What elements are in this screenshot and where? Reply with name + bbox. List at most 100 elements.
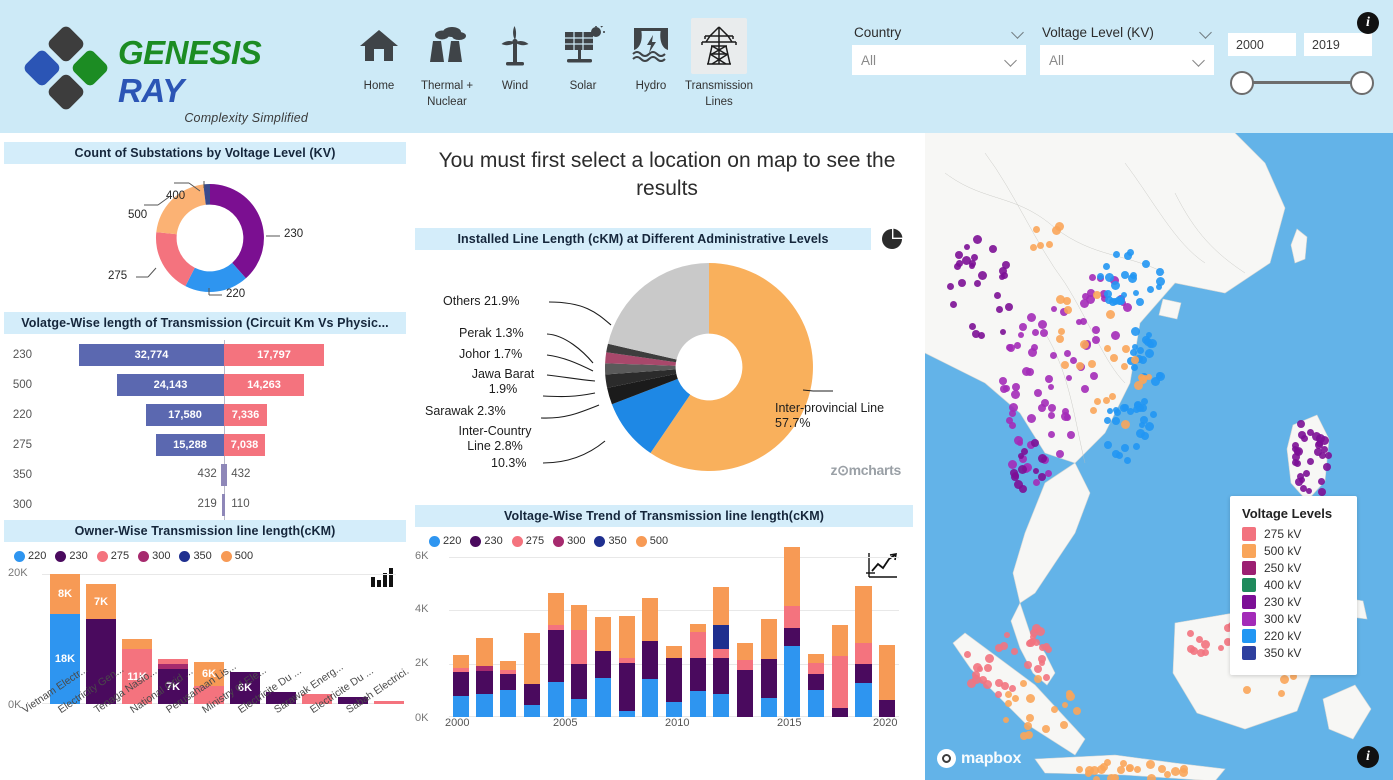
substation-dot[interactable] bbox=[1109, 392, 1117, 400]
substation-dot[interactable] bbox=[1023, 661, 1032, 670]
substation-dot[interactable] bbox=[1013, 435, 1023, 445]
substation-dot[interactable] bbox=[1280, 674, 1290, 684]
substation-dot[interactable] bbox=[1061, 411, 1071, 421]
substation-dot[interactable] bbox=[1030, 439, 1039, 448]
substation-dot[interactable] bbox=[1130, 327, 1140, 337]
substation-dot[interactable] bbox=[1060, 360, 1069, 369]
substation-dot[interactable] bbox=[1038, 319, 1048, 329]
substation-dot[interactable] bbox=[1004, 699, 1012, 707]
trend-bar[interactable] bbox=[855, 586, 872, 717]
substation-dot[interactable] bbox=[1057, 328, 1065, 336]
substation-dot[interactable] bbox=[1040, 328, 1049, 337]
substation-dot[interactable] bbox=[974, 279, 982, 287]
substation-dot[interactable] bbox=[1305, 488, 1312, 495]
legend-item[interactable]: 230 bbox=[55, 550, 88, 562]
trend-bar[interactable] bbox=[642, 597, 659, 717]
mapbox-attribution[interactable]: mapbox bbox=[937, 749, 1021, 768]
substation-dot[interactable] bbox=[1047, 404, 1056, 412]
substation-dot[interactable] bbox=[1073, 706, 1082, 715]
substation-dot[interactable] bbox=[1197, 648, 1205, 657]
voltage-trend-chart[interactable]: 6K 4K 2K 0K bbox=[415, 547, 899, 724]
substation-dot[interactable] bbox=[1088, 273, 1096, 281]
tornado-bar-physical[interactable] bbox=[224, 494, 225, 516]
substation-dot[interactable] bbox=[1038, 453, 1048, 463]
legend-item[interactable]: 230 kV bbox=[1242, 595, 1345, 609]
substation-dot[interactable] bbox=[1104, 440, 1113, 449]
substation-dot[interactable] bbox=[1076, 361, 1084, 370]
substation-dot[interactable] bbox=[1002, 716, 1009, 723]
substation-dot[interactable] bbox=[1323, 462, 1331, 471]
substation-dot[interactable] bbox=[1277, 689, 1285, 697]
substation-dot[interactable] bbox=[1140, 431, 1149, 440]
substation-dot[interactable] bbox=[1037, 404, 1046, 413]
substation-dot[interactable] bbox=[999, 642, 1008, 651]
legend-item[interactable]: 275 bbox=[511, 535, 544, 547]
voltage-select[interactable]: All bbox=[1040, 45, 1214, 75]
substation-dot[interactable] bbox=[978, 675, 987, 684]
substation-dot[interactable] bbox=[1039, 643, 1047, 651]
substation-dot[interactable] bbox=[1044, 375, 1053, 384]
substation-dot[interactable] bbox=[1117, 765, 1126, 774]
legend-item[interactable]: 275 kV bbox=[1242, 527, 1345, 541]
substation-dot[interactable] bbox=[1133, 766, 1141, 773]
substation-dot[interactable] bbox=[1056, 334, 1065, 343]
tornado-bar-physical[interactable] bbox=[224, 464, 227, 486]
tornado-bar-physical[interactable]: 14,263 bbox=[224, 374, 304, 396]
substation-dot[interactable] bbox=[1047, 412, 1055, 420]
legend-item[interactable]: 350 bbox=[179, 550, 212, 562]
substation-dot[interactable] bbox=[1186, 630, 1194, 638]
substation-dot[interactable] bbox=[966, 678, 976, 688]
substation-dot[interactable] bbox=[1089, 371, 1098, 380]
substation-dot[interactable] bbox=[1037, 655, 1046, 664]
substation-dot[interactable] bbox=[1318, 451, 1326, 459]
substation-dot[interactable] bbox=[1042, 724, 1051, 733]
trend-bar[interactable] bbox=[713, 586, 730, 717]
legend-item[interactable]: 350 kV bbox=[1242, 646, 1345, 660]
substation-dot[interactable] bbox=[1106, 774, 1116, 780]
substation-dot[interactable] bbox=[1032, 468, 1039, 474]
substation-dot[interactable] bbox=[1011, 695, 1019, 703]
substation-dot[interactable] bbox=[1120, 404, 1128, 412]
substation-dot[interactable] bbox=[1146, 773, 1156, 780]
legend-item[interactable]: 300 bbox=[553, 535, 585, 547]
year-start-input[interactable]: 2000 bbox=[1228, 33, 1296, 56]
substation-dot[interactable] bbox=[977, 271, 987, 281]
substation-dot[interactable] bbox=[1122, 303, 1132, 312]
trend-bar[interactable] bbox=[594, 616, 611, 717]
trend-bar[interactable] bbox=[760, 619, 777, 717]
substation-dot[interactable] bbox=[1026, 639, 1034, 647]
substation-dot[interactable] bbox=[1029, 633, 1036, 640]
tornado-bar-circuit[interactable]: 24,143 bbox=[117, 374, 224, 396]
substation-dot[interactable] bbox=[1103, 416, 1111, 424]
tornado-row[interactable]: 300 219 110 bbox=[4, 490, 406, 526]
substation-dot[interactable] bbox=[1026, 312, 1036, 322]
legend-item[interactable]: 350 bbox=[594, 535, 627, 547]
brand-logo[interactable]: GENESIS RAY Complexity Simplified bbox=[18, 16, 308, 125]
substations-donut-chart[interactable]: 400 500 275 220 230 bbox=[4, 164, 406, 306]
country-select[interactable]: All bbox=[852, 45, 1026, 75]
substation-dot[interactable] bbox=[1062, 701, 1068, 708]
trend-bar[interactable] bbox=[665, 646, 683, 717]
substation-dot[interactable] bbox=[1129, 349, 1137, 356]
tornado-row[interactable]: 230 32,774 17,797 bbox=[4, 340, 406, 376]
tornado-bar-physical[interactable]: 7,336 bbox=[224, 404, 267, 426]
substation-dot[interactable] bbox=[985, 653, 995, 663]
country-filter-header[interactable]: Country bbox=[852, 25, 1026, 45]
year-range-slider[interactable]: 2000 2019 bbox=[1228, 33, 1376, 105]
tornado-bar-circuit[interactable]: 17,580 bbox=[146, 404, 224, 426]
substation-dot[interactable] bbox=[1002, 384, 1010, 392]
substation-dot[interactable] bbox=[1093, 398, 1101, 406]
legend-item[interactable]: 250 kV bbox=[1242, 561, 1345, 575]
substation-dot[interactable] bbox=[973, 662, 983, 672]
nav-item-home[interactable]: Home bbox=[345, 14, 413, 110]
nav-item-wind[interactable]: Wind bbox=[481, 14, 549, 110]
tornado-row[interactable]: 220 17,580 7,336 bbox=[4, 400, 406, 436]
substation-dot[interactable] bbox=[1126, 764, 1133, 772]
substation-dot[interactable] bbox=[1148, 338, 1158, 348]
legend-item[interactable]: 500 bbox=[220, 550, 253, 562]
substation-dot[interactable] bbox=[1063, 306, 1072, 315]
substation-dot[interactable] bbox=[971, 330, 980, 338]
tornado-bar-circuit[interactable]: 32,774 bbox=[79, 344, 224, 366]
trend-bar[interactable] bbox=[737, 642, 754, 717]
substation-dot[interactable] bbox=[1080, 385, 1089, 394]
